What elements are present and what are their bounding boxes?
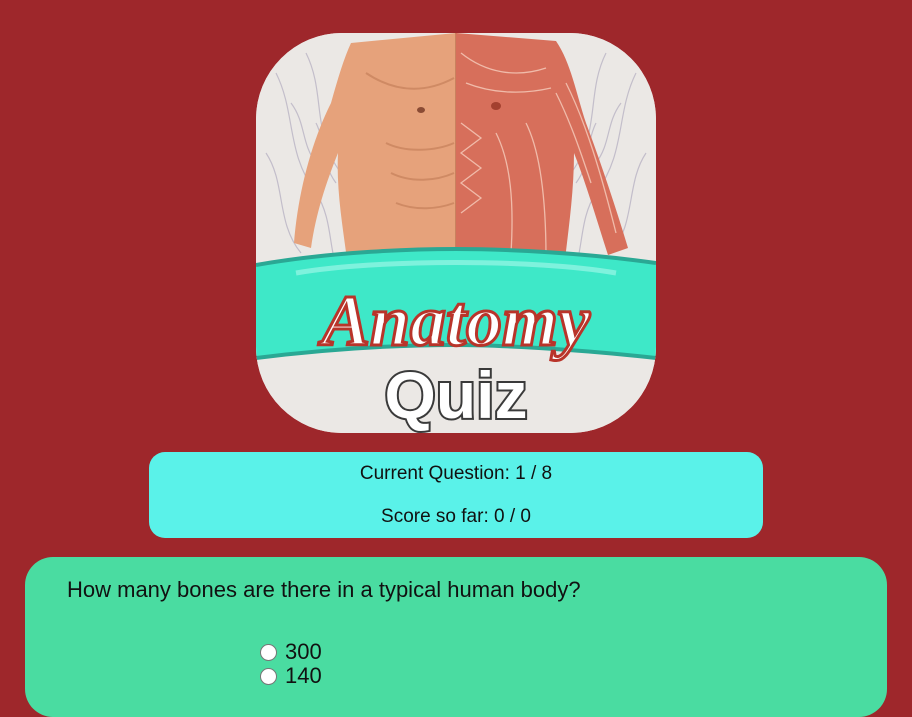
logo-artwork: Anatomy Quiz (256, 33, 656, 433)
question-card: How many bones are there in a typical hu… (25, 557, 887, 717)
quiz-status-panel: Current Question: 1 / 8 Score so far: 0 … (149, 452, 763, 538)
logo-title-text: Anatomy (318, 281, 591, 361)
answer-option[interactable]: 300 (260, 639, 322, 665)
answer-radio[interactable] (260, 667, 277, 685)
logo-subtitle-text: Quiz (385, 358, 528, 432)
answer-radio[interactable] (260, 643, 277, 661)
question-text: How many bones are there in a typical hu… (67, 577, 581, 602)
current-question-counter: Current Question: 1 / 8 (359, 463, 553, 484)
score-counter: Score so far: 0 / 0 (381, 506, 531, 527)
anatomy-quiz-logo: Anatomy Quiz (256, 33, 656, 433)
answer-option[interactable]: 140 (260, 663, 322, 689)
answer-label: 140 (285, 663, 322, 688)
answer-label: 300 (285, 639, 322, 664)
